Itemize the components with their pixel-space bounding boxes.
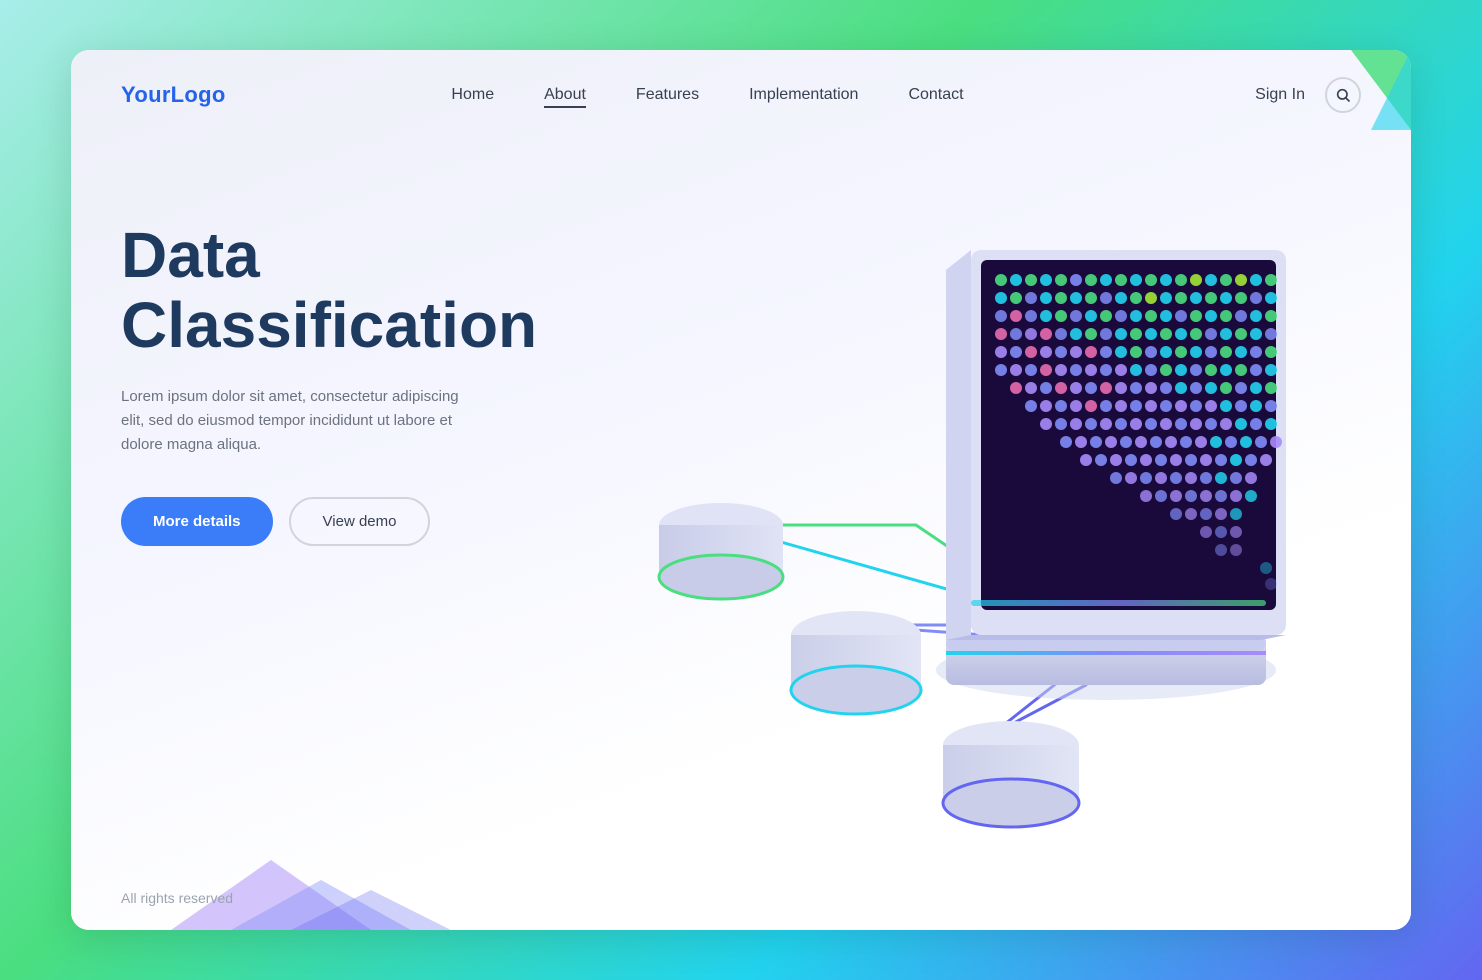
nav-implementation[interactable]: Implementation: [749, 86, 858, 104]
nav-home[interactable]: Home: [451, 86, 494, 104]
main-card: YourLogo Home About Features Implementat…: [71, 50, 1411, 930]
footer-text: All rights reserved: [121, 890, 233, 906]
sign-in-link[interactable]: Sign In: [1255, 86, 1305, 104]
search-button[interactable]: [1325, 77, 1361, 113]
hero-description: Lorem ipsum dolor sit amet, consectetur …: [121, 385, 481, 457]
logo: YourLogo: [121, 82, 226, 108]
hero-title: Data Classification: [121, 220, 541, 361]
nav-features[interactable]: Features: [636, 86, 699, 104]
view-demo-button[interactable]: View demo: [289, 497, 431, 546]
footer: All rights reserved: [121, 890, 233, 906]
hero-section: Data Classification Lorem ipsum dolor si…: [71, 140, 1411, 930]
nav-contact[interactable]: Contact: [908, 86, 963, 104]
nav-right: Sign In: [1255, 77, 1361, 113]
illustration-svg: [541, 180, 1361, 880]
navbar: YourLogo Home About Features Implementat…: [71, 50, 1411, 140]
nav-about[interactable]: About: [544, 86, 586, 104]
nav-links: Home About Features Implementation Conta…: [371, 86, 963, 104]
hero-text: Data Classification Lorem ipsum dolor si…: [121, 180, 541, 546]
hero-illustration: [541, 180, 1361, 880]
more-details-button[interactable]: More details: [121, 497, 273, 546]
hero-buttons: More details View demo: [121, 497, 541, 546]
